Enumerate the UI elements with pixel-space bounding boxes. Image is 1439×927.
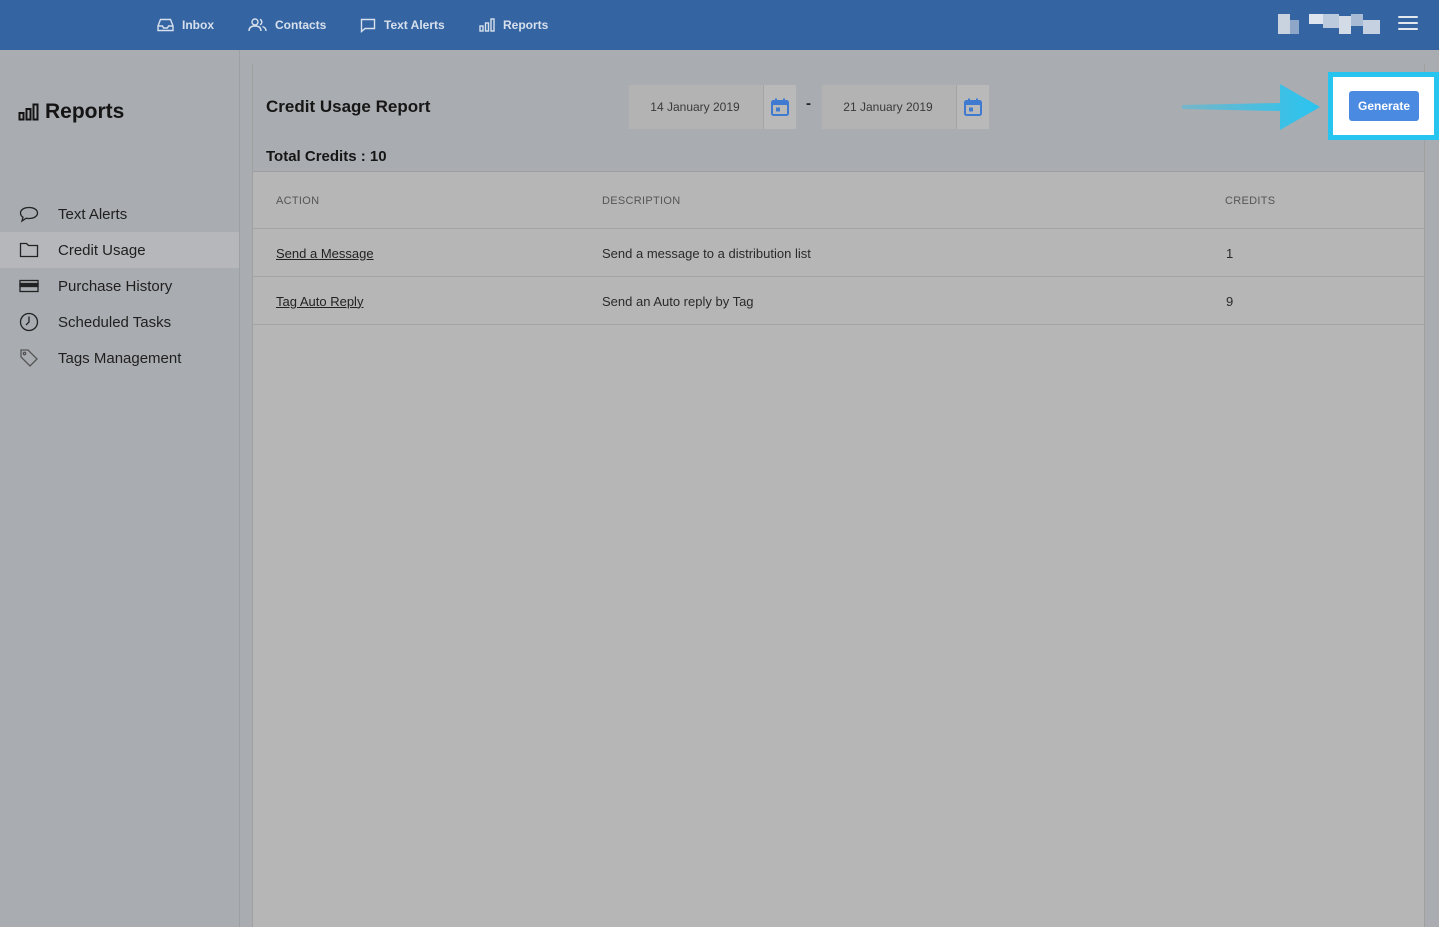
action-link[interactable]: Send a Message <box>276 246 374 261</box>
column-header-description: DESCRIPTION <box>602 194 681 207</box>
bar-chart-icon <box>18 103 39 121</box>
sidebar-item-purchase-history[interactable]: Purchase History <box>0 268 239 304</box>
contacts-icon <box>248 18 267 32</box>
generate-button[interactable]: Generate <box>1349 91 1419 121</box>
nav-text-alerts[interactable]: Text Alerts <box>360 0 445 50</box>
credits-cell: 1 <box>1226 245 1234 261</box>
column-header-action: ACTION <box>276 194 320 207</box>
sidebar-item-label: Text Alerts <box>58 205 128 223</box>
nav-text-alerts-label: Text Alerts <box>384 18 445 32</box>
sidebar-item-label: Scheduled Tasks <box>58 313 172 331</box>
page-title: Credit Usage Report <box>266 97 431 116</box>
column-header-credits: CREDITS <box>1225 194 1276 207</box>
sidebar-title: Reports <box>18 100 124 124</box>
sidebar-item-text-alerts[interactable]: Text Alerts <box>0 196 239 232</box>
inbox-icon <box>157 18 174 32</box>
calendar-icon <box>771 98 789 116</box>
nav-inbox[interactable]: Inbox <box>157 0 214 50</box>
sidebar-item-label: Purchase History <box>58 277 173 295</box>
sidebar-item-label: Tags Management <box>58 349 182 367</box>
sidebar-title-text: Reports <box>45 100 125 123</box>
nav-contacts[interactable]: Contacts <box>248 0 326 50</box>
nav-contacts-label: Contacts <box>275 18 327 32</box>
credit-card-icon <box>18 275 40 297</box>
sidebar-item-scheduled-tasks[interactable]: Scheduled Tasks <box>0 304 239 340</box>
sidebar-item-tags-management[interactable]: Tags Management <box>0 340 239 376</box>
start-date-input[interactable]: 14 January 2019 <box>629 85 763 129</box>
nav-reports[interactable]: Reports <box>479 0 548 50</box>
hamburger-menu-icon[interactable] <box>1398 16 1418 32</box>
bar-chart-icon <box>479 18 495 32</box>
description-cell: Send an Auto reply by Tag <box>602 293 754 309</box>
start-date-picker-button[interactable] <box>763 85 796 129</box>
date-separator: - <box>806 95 811 112</box>
table-row: Send a Message Send a message to a distr… <box>253 229 1424 277</box>
credits-cell: 9 <box>1226 293 1234 309</box>
end-date-picker-button[interactable] <box>956 85 989 129</box>
clock-icon <box>18 311 40 333</box>
table-row: Tag Auto Reply Send an Auto reply by Tag… <box>253 277 1424 325</box>
nav-reports-label: Reports <box>503 18 549 32</box>
total-credits: Total Credits : 10 <box>266 148 387 165</box>
table-header: ACTION DESCRIPTION CREDITS <box>253 172 1424 229</box>
chat-bubble-icon <box>18 203 40 225</box>
report-panel: Credit Usage Report 14 January 2019 - 21… <box>252 64 1425 927</box>
sidebar: Reports Text Alerts Credit Usage Purchas… <box>0 50 240 927</box>
description-cell: Send a message to a distribution list <box>602 245 811 261</box>
end-date-input[interactable]: 21 January 2019 <box>822 85 956 129</box>
calendar-icon <box>964 98 982 116</box>
folder-icon <box>18 239 40 261</box>
sidebar-item-label: Credit Usage <box>58 241 146 259</box>
sidebar-item-credit-usage[interactable]: Credit Usage <box>0 232 239 268</box>
tag-icon <box>18 347 40 369</box>
top-navbar: Inbox Contacts Text Alerts Reports <box>0 0 1439 50</box>
chat-bubble-icon <box>360 18 376 33</box>
callout-arrow-icon <box>1182 84 1320 130</box>
nav-inbox-label: Inbox <box>182 18 214 32</box>
action-link[interactable]: Tag Auto Reply <box>276 294 363 309</box>
user-avatar[interactable] <box>1278 14 1380 34</box>
